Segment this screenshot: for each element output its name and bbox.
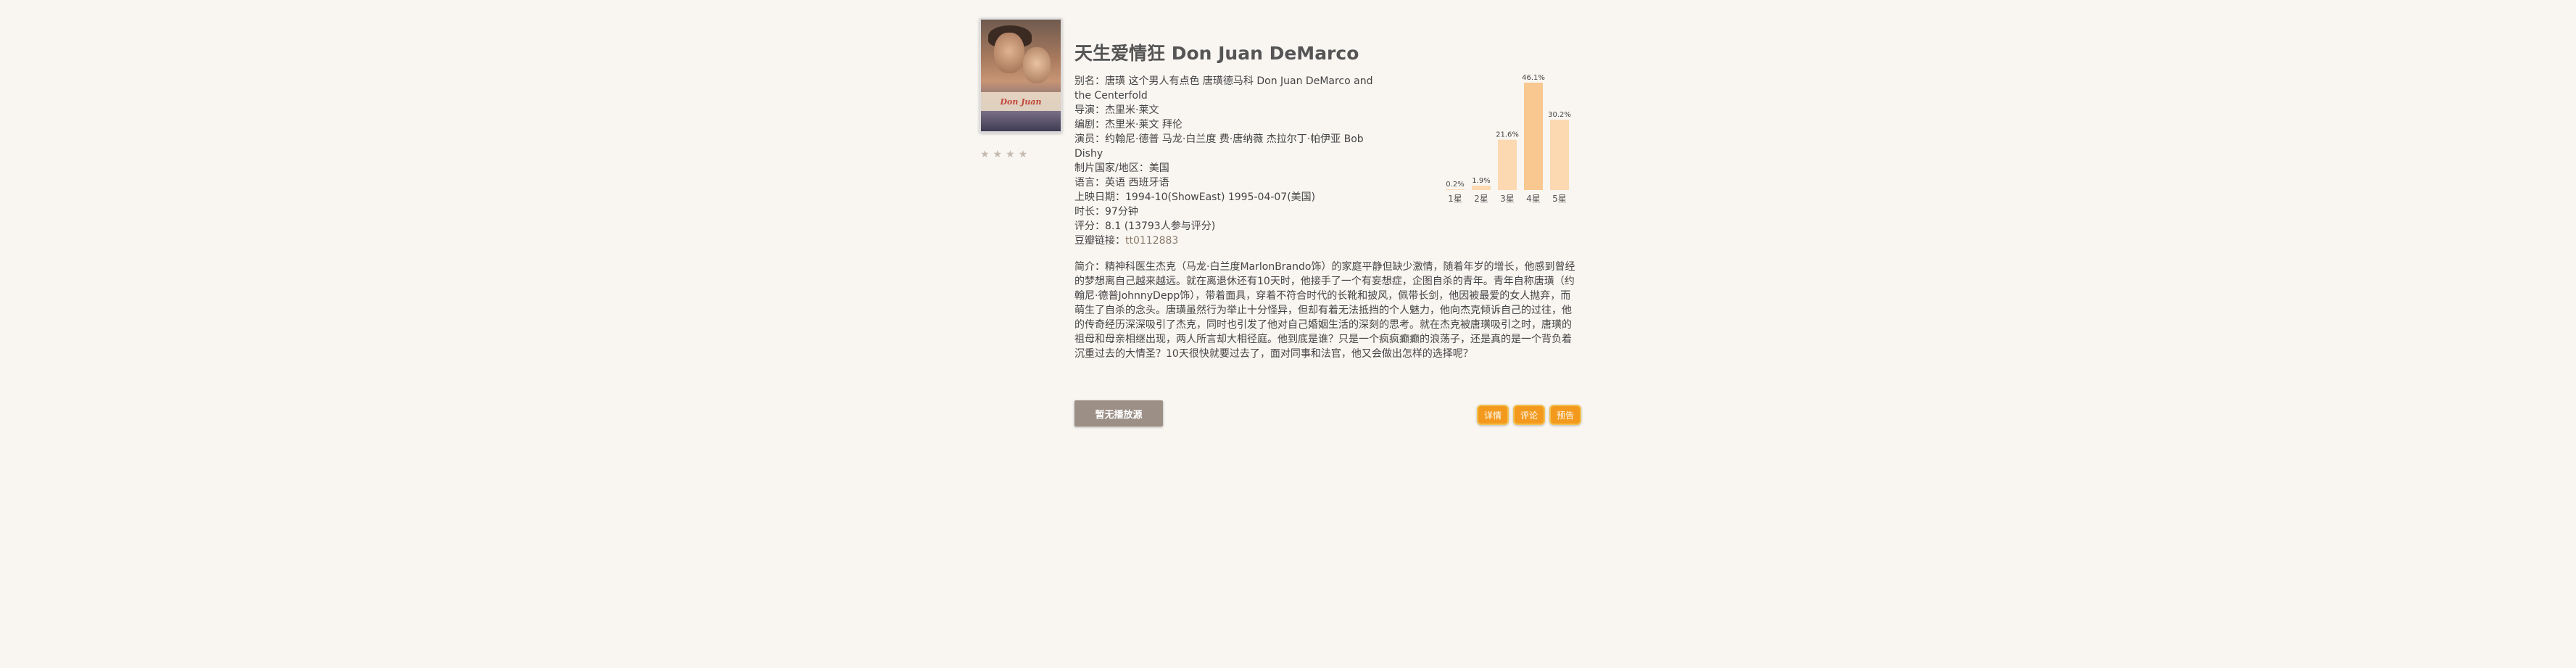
language-label: 语言： <box>1074 177 1105 189</box>
movie-title: 天生爱情狂 Don Juan DeMarco <box>1074 43 1359 64</box>
rating-bar-2 <box>1472 185 1491 190</box>
detail-button[interactable]: 详情 <box>1477 405 1509 425</box>
director-value: 杰里米·莱文 <box>1105 104 1159 116</box>
rating-bar-label-2: 1.9% <box>1472 177 1490 185</box>
rating-chart-svg: 0.2% 1星 1.9% 2星 21.6% 3星 46.1% 4星 30.2% 5星 <box>1446 74 1571 204</box>
summary-text: 精神科医生杰克（马龙·白兰度MarlonBrando饰）的家庭平静但缺少激情，随… <box>1074 261 1575 360</box>
douban-link-label: 豆瓣链接： <box>1074 235 1125 247</box>
release-label: 上映日期： <box>1074 191 1125 203</box>
rating-value: 8.1 (13793人参与评分) <box>1105 220 1216 232</box>
movie-detail-page: Don Juan ★★★★ 天生爱情狂 Don Juan DeMarco 别名：… <box>0 0 2576 668</box>
rating-bar-label-4: 46.1% <box>1522 74 1545 82</box>
rating-bar-label-1: 0.2% <box>1446 181 1464 189</box>
info-cast: 演员：约翰尼·德普 马龙·白兰度 费·唐纳薇 杰拉尔丁·帕伊亚 Bob Dish… <box>1074 132 1386 161</box>
poster-bottom-band <box>981 111 1061 131</box>
poster-title-text: Don Juan <box>1000 96 1042 107</box>
comment-button[interactable]: 评论 <box>1513 405 1545 425</box>
movie-info: 别名：唐璜 这个男人有点色 唐璜德马科 Don Juan DeMarco and… <box>1074 74 1386 248</box>
action-buttons: 详情 评论 预告 <box>1477 405 1581 425</box>
rating-label: 评分： <box>1074 220 1105 232</box>
info-country: 制片国家/地区：美国 <box>1074 161 1386 176</box>
runtime-value: 97分钟 <box>1105 206 1138 218</box>
star-rating-icon: ★★★★ <box>980 149 1032 160</box>
rating-bar-1 <box>1446 189 1465 190</box>
cast-value: 约翰尼·德普 马龙·白兰度 费·唐纳薇 杰拉尔丁·帕伊亚 Bob Dishy <box>1074 133 1364 160</box>
info-language: 语言：英语 西班牙语 <box>1074 176 1386 190</box>
poster-title-band: Don Juan <box>981 92 1061 111</box>
runtime-label: 时长： <box>1074 206 1105 218</box>
rating-bar-label-5: 30.2% <box>1548 111 1571 119</box>
rating-category-3: 3星 <box>1500 194 1515 204</box>
info-rating: 评分：8.1 (13793人参与评分) <box>1074 219 1386 234</box>
cast-label: 演员： <box>1074 133 1105 145</box>
info-runtime: 时长：97分钟 <box>1074 205 1386 219</box>
country-label: 制片国家/地区： <box>1074 162 1149 174</box>
aliases-label: 别名： <box>1074 75 1105 87</box>
rating-bar-3 <box>1498 139 1517 190</box>
info-director: 导演：杰里米·莱文 <box>1074 103 1386 117</box>
info-release: 上映日期：1994-10(ShowEast) 1995-04-07(美国) <box>1074 190 1386 205</box>
movie-summary: 简介：精神科医生杰克（马龙·白兰度MarlonBrando饰）的家庭平静但缺少激… <box>1074 260 1579 361</box>
info-writer: 编剧：杰里米·莱文 拜伦 <box>1074 117 1386 132</box>
rating-bar-label-3: 21.6% <box>1496 131 1519 139</box>
movie-poster[interactable]: Don Juan <box>980 18 1062 133</box>
rating-bar-4 <box>1524 83 1543 190</box>
rating-distribution-chart: 0.2% 1星 1.9% 2星 21.6% 3星 46.1% 4星 30.2% 5星 <box>1443 73 1573 210</box>
writer-label: 编剧： <box>1074 119 1105 131</box>
aliases-value: 唐璜 这个男人有点色 唐璜德马科 Don Juan DeMarco and th… <box>1074 75 1373 102</box>
trailer-button[interactable]: 预告 <box>1549 405 1581 425</box>
rating-category-2: 2星 <box>1474 194 1488 204</box>
poster-face-right <box>1023 47 1051 83</box>
rating-category-4: 4星 <box>1526 194 1541 204</box>
no-source-button[interactable]: 暂无播放源 <box>1074 400 1163 426</box>
country-value: 美国 <box>1148 162 1169 174</box>
info-douban-link: 豆瓣链接：tt0112883 <box>1074 234 1386 248</box>
writer-value: 杰里米·莱文 拜伦 <box>1105 119 1183 131</box>
release-value: 1994-10(ShowEast) 1995-04-07(美国) <box>1125 191 1316 203</box>
douban-link[interactable]: tt0112883 <box>1125 235 1178 247</box>
rating-category-1: 1星 <box>1448 194 1462 204</box>
director-label: 导演： <box>1074 104 1105 116</box>
summary-label: 简介： <box>1074 261 1105 273</box>
language-value: 英语 西班牙语 <box>1105 177 1169 189</box>
rating-category-5: 5星 <box>1552 194 1567 204</box>
info-aliases: 别名：唐璜 这个男人有点色 唐璜德马科 Don Juan DeMarco and… <box>1074 74 1386 103</box>
poster-face-left <box>994 33 1024 73</box>
rating-bar-5 <box>1550 120 1569 190</box>
